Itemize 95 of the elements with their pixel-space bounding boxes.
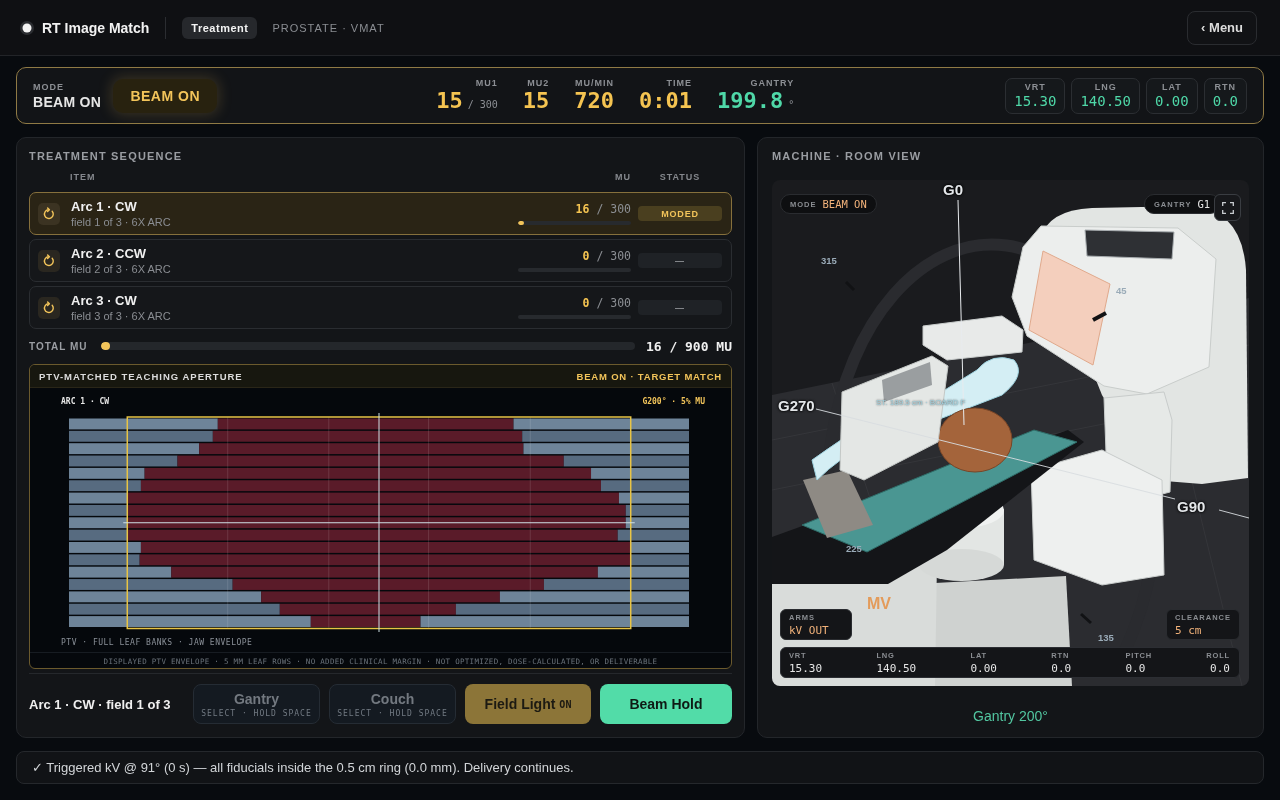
chip-value: G1 — [1197, 198, 1211, 210]
counter-label: MU2 — [527, 78, 550, 88]
counter-label: MU1 — [475, 78, 498, 88]
readout-value: 0.0 — [1051, 661, 1072, 675]
arc-title: Arc 3 · CW — [71, 292, 138, 309]
mu-count: 0 / 300 — [582, 296, 631, 310]
mlc-leaf — [625, 517, 689, 529]
counter-value: 199.8 — [717, 89, 784, 113]
status-badge: MODED — [638, 206, 722, 221]
axis-label: LNG — [1094, 82, 1117, 92]
gantry-angle-label: 225 — [846, 544, 862, 554]
field-light-toggle[interactable]: Field Light ON — [465, 684, 591, 724]
mlc-leaf — [617, 529, 689, 541]
axis-value: 0.0 — [1212, 93, 1238, 109]
axis-label: LAT — [1161, 82, 1182, 92]
counter-value: 15 — [436, 89, 463, 113]
axis-value: 15.30 — [1014, 93, 1057, 109]
axis-label: RTN — [1214, 82, 1237, 92]
counter-label: TIME — [666, 78, 692, 88]
gantry-angle-label: G270 — [778, 398, 815, 413]
angle-tick — [1080, 612, 1092, 625]
gantry-angle-label: 135 — [1098, 633, 1114, 643]
readout-value: 140.50 — [876, 661, 917, 675]
column-header: ITEM — [70, 172, 97, 182]
clearance-value: 5 cm — [1174, 623, 1203, 637]
status-message: ✓ Triggered kV @ 91° (0 s) — all fiducials inside the 0.5 cm ring (0.0 mm). Delivery continues. — [16, 751, 1264, 784]
readout-value: 0.00 — [970, 661, 997, 675]
status-badge: — — [638, 300, 722, 315]
field-label: ARC 1 · CW — [61, 397, 110, 407]
axis-value: 0.00 — [1155, 93, 1189, 109]
sequence-row[interactable]: Arc 3 · CW field 3 of 3 · 6X ARC 0 / 300 — — [29, 286, 732, 329]
fullscreen-button[interactable] — [1214, 194, 1241, 221]
mode-label: MODE — [33, 81, 65, 92]
arms-value: kV OUT — [789, 623, 830, 637]
axis-label: VRT — [1024, 82, 1046, 92]
panel-title: TREATMENT SEQUENCE — [29, 149, 184, 163]
readout-value: 0.0 — [1210, 661, 1230, 675]
counter-unit: ° — [788, 99, 795, 110]
mlc-leaf — [69, 504, 128, 516]
column-header: STATUS — [658, 172, 702, 182]
aperture-legend: PTV · FULL LEAF BANKS · JAW ENVELOPE — [61, 638, 705, 648]
leg-support — [803, 470, 873, 538]
counter-unit: / 300 — [467, 99, 498, 110]
angle-tick — [1092, 311, 1107, 322]
gantry-angle-label: 315 — [821, 256, 837, 266]
mode-value: BEAM ON — [33, 93, 102, 110]
mlc-leaf — [69, 517, 128, 529]
menu-button[interactable]: ‹ Menu — [1187, 10, 1257, 45]
counter-value: 720 — [574, 89, 615, 113]
aperture-title: PTV-MATCHED TEACHING APERTURE — [39, 370, 243, 382]
expand-icon — [1221, 201, 1234, 214]
readout-value: 0.0 — [1125, 661, 1147, 675]
arc-subtitle: field 1 of 3 · 6X ARC — [71, 215, 172, 229]
sequence-row[interactable]: Arc 2 · CCW field 2 of 3 · 6X ARC 0 / 300 — — [29, 239, 732, 282]
app-title: RT Image Match — [42, 19, 150, 36]
beam-hold-button[interactable]: Beam Hold — [600, 684, 732, 724]
panel-title: MACHINE · ROOM VIEW — [772, 149, 923, 163]
counter-value: 0:01 — [639, 89, 692, 113]
sequence-row[interactable]: Arc 1 · CW field 1 of 3 · 6X ARC 16 / 300 MODED — [29, 192, 732, 235]
column-header: MU — [614, 172, 631, 182]
status-badge: — — [638, 253, 722, 268]
mode-tab[interactable]: Treatment — [182, 16, 258, 39]
mlc-leaf — [630, 542, 689, 553]
mu-count: 16 / 300 — [575, 202, 631, 216]
axis-value: 140.50 — [1080, 93, 1131, 109]
arc-subtitle: field 2 of 3 · 6X ARC — [71, 262, 172, 276]
mu-count: 0 / 300 — [582, 249, 631, 263]
gantry-caption: Gantry 200° — [972, 707, 1049, 725]
arc-subtitle: field 3 of 3 · 6X ARC — [71, 309, 172, 323]
mlc-leaf — [625, 504, 689, 516]
mlc-leaf — [69, 480, 141, 492]
plan-label: PROSTATE · VMAT — [272, 21, 385, 34]
status-dot-icon — [20, 20, 34, 35]
aperture-status: BEAM ON · TARGET MATCH — [576, 370, 722, 382]
mlc-leaf — [69, 492, 128, 504]
readout-value: 15.30 — [789, 661, 823, 675]
counter-label: MU/MIN — [575, 78, 615, 88]
beam-on-indicator: BEAM ON — [113, 78, 218, 113]
counter-label: GANTRY — [750, 78, 795, 88]
gantry-angle-label: G90 — [1177, 499, 1206, 514]
couch-position-note: ST. 189.5 cm · BOARD F — [876, 399, 966, 407]
gantry-mu-label: G200° · 5% MU — [642, 397, 705, 407]
current-field-label: Arc 1 · CW · field 1 of 3 — [29, 696, 171, 712]
total-mu-label: TOTAL MU — [29, 340, 88, 352]
arc-title: Arc 1 · CW — [71, 198, 138, 215]
mlc-leaf — [69, 529, 128, 541]
arc-title: Arc 2 · CCW — [71, 245, 148, 262]
chip-value: BEAM ON — [822, 198, 867, 210]
total-mu-value: 16 / 900 MU — [645, 338, 732, 354]
mlc-leaf — [618, 492, 689, 504]
mv-source-label: MV — [867, 596, 891, 612]
counter-value: 15 — [522, 89, 550, 113]
gantry-angle-label: 45 — [1116, 286, 1127, 296]
mlc-leaf — [69, 542, 141, 553]
gantry-angle-label: G0 — [943, 182, 963, 197]
